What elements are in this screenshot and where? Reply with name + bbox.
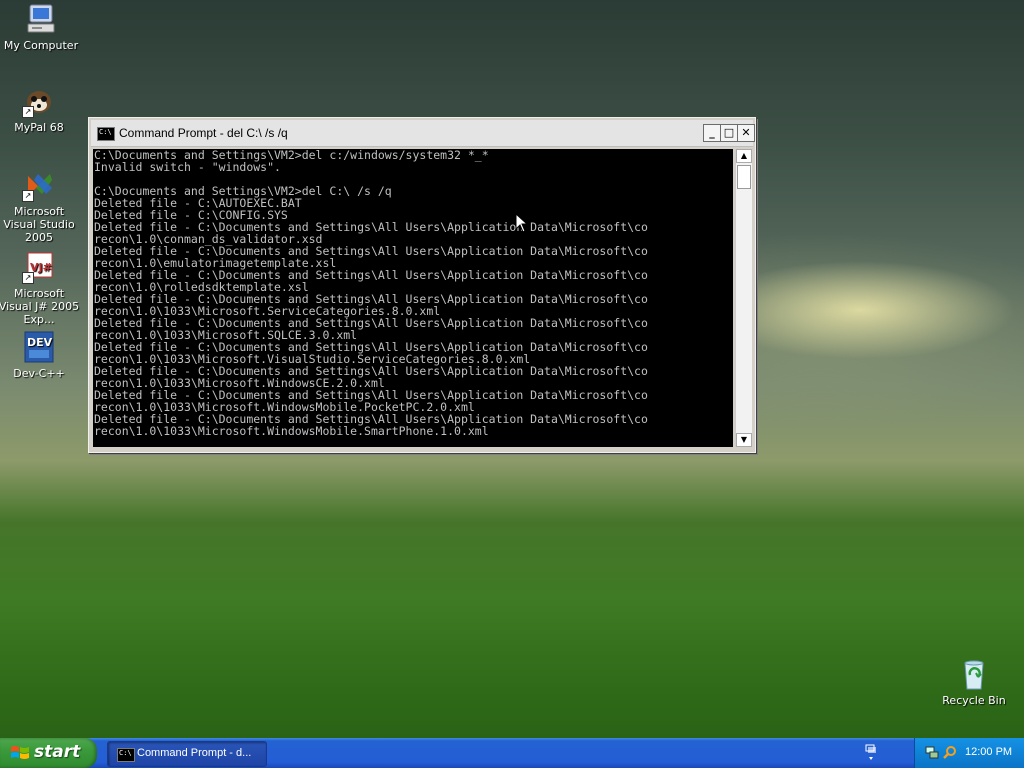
window-titlebar[interactable]: C:\ Command Prompt - del C:\ /s /q _ □ ✕	[91, 120, 755, 147]
console-line: recon\1.0\1033\Microsoft.WindowsMobile.S…	[94, 424, 489, 438]
scroll-up-button[interactable]: ▲	[736, 149, 752, 163]
dev-cpp-icon: DEV	[22, 330, 56, 364]
shortcut-arrow-icon: ↗	[22, 272, 34, 284]
shortcut-arrow-icon: ↗	[22, 106, 34, 118]
desktop-icon-recycle-bin[interactable]: Recycle Bin	[933, 657, 1015, 707]
console-icon: C:\	[97, 127, 115, 141]
windows-flag-icon	[11, 746, 29, 759]
desktop-icon-label: Microsoft Visual J# 2005 Exp...	[0, 287, 80, 326]
console-line: Invalid switch - "windows".	[94, 160, 281, 174]
close-button[interactable]: ✕	[737, 124, 755, 142]
desktop-icon-visual-studio[interactable]: ↗ Microsoft Visual Studio 2005	[0, 168, 80, 244]
taskbar-item-label: Command Prompt - d...	[137, 747, 252, 759]
maximize-button[interactable]: □	[720, 124, 738, 142]
scroll-down-button[interactable]: ▼	[736, 433, 752, 447]
minimize-button[interactable]: _	[703, 124, 721, 142]
desktop-icon-my-computer[interactable]: My Computer	[0, 2, 82, 52]
desktop-icon-dev-cpp[interactable]: DEV Dev-C++	[0, 330, 80, 380]
visual-studio-icon: ↗	[22, 168, 56, 202]
recycle-bin-icon	[957, 657, 991, 691]
search-icon[interactable]	[943, 745, 957, 759]
console-icon: C:\	[117, 748, 135, 762]
desktop-icon-label: Microsoft Visual Studio 2005	[3, 205, 75, 244]
computer-icon	[24, 2, 58, 36]
command-prompt-window[interactable]: C:\ Command Prompt - del C:\ /s /q _ □ ✕…	[88, 117, 756, 453]
shortcut-arrow-icon: ↗	[22, 190, 34, 202]
window-title: Command Prompt - del C:\ /s /q	[119, 126, 288, 140]
console-text: C:\Documents and Settings\VM2>del c:/win…	[93, 149, 733, 437]
mypal-browser-icon: ↗	[22, 84, 56, 118]
start-label: start	[34, 742, 81, 762]
visual-jsharp-icon: VJ# ↗	[22, 250, 56, 284]
desktop-icon-mypal[interactable]: ↗ MyPal 68	[0, 84, 80, 134]
language-bar-icon[interactable]	[864, 743, 878, 763]
desktop-icon-visual-jsharp[interactable]: VJ# ↗ Microsoft Visual J# 2005 Exp...	[0, 250, 80, 326]
taskbar-item-command-prompt[interactable]: C:\ Command Prompt - d...	[107, 741, 267, 767]
desktop-icon-label: My Computer	[3, 39, 79, 52]
clock[interactable]: 12:00 PM	[965, 746, 1012, 758]
svg-text:DEV: DEV	[27, 336, 53, 349]
desktop-icon-label: Dev-C++	[13, 367, 65, 380]
system-tray: 12:00 PM	[914, 738, 1024, 768]
console-output[interactable]: C:\Documents and Settings\VM2>del c:/win…	[93, 149, 733, 447]
start-button[interactable]: start	[0, 738, 97, 768]
desktop-icon-label: MyPal 68	[14, 121, 64, 134]
scroll-thumb[interactable]	[737, 165, 751, 189]
mouse-pointer-icon	[515, 212, 529, 233]
network-icon[interactable]	[925, 745, 939, 759]
vertical-scrollbar[interactable]: ▲ ▼	[735, 149, 752, 447]
desktop-icon-label: Recycle Bin	[942, 694, 1006, 707]
taskbar: start C:\ Command Prompt - d... 12:00 PM	[0, 738, 1024, 768]
